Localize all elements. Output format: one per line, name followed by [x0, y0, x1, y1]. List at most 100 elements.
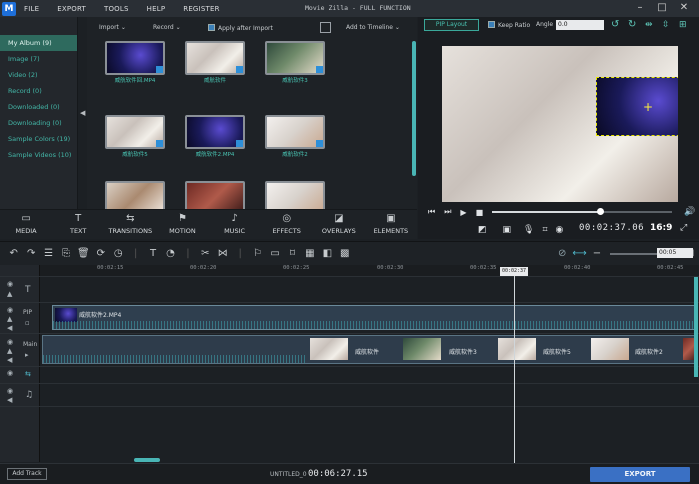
menu-file[interactable]: FILE — [24, 5, 39, 13]
media-item[interactable] — [265, 181, 325, 209]
menu-help[interactable]: HELP — [147, 5, 166, 13]
undo-icon[interactable]: ↶ — [5, 248, 22, 259]
media-item[interactable]: 威航软件2.MP4 — [185, 115, 245, 161]
crop-icon[interactable]: ⌑ — [284, 248, 301, 259]
media-item[interactable]: 威航软件回.MP4 — [105, 41, 165, 87]
playhead[interactable] — [514, 268, 515, 463]
mute-icon[interactable]: ◀ — [7, 324, 12, 332]
media-item[interactable]: 威航软件5 — [105, 115, 165, 161]
lock-icon[interactable]: ▲ — [7, 315, 12, 323]
mute-icon[interactable]: ◀ — [7, 356, 12, 364]
lock-icon[interactable]: ▲ — [7, 347, 12, 355]
stop-icon[interactable]: ■ — [476, 208, 484, 217]
subtitle-icon[interactable]: ▭ — [266, 248, 283, 259]
sidebar-item-image[interactable]: Image (7) — [0, 51, 77, 67]
maximize-button[interactable]: □ — [651, 1, 673, 15]
media-item[interactable] — [185, 181, 245, 209]
mosaic-icon[interactable]: ▦ — [301, 248, 318, 259]
collapse-sidebar-icon[interactable]: ◀ — [80, 109, 85, 117]
split-icon[interactable]: ⋈ — [214, 248, 231, 259]
sidebar-item-video[interactable]: Video (2) — [0, 67, 77, 83]
export-button[interactable]: EXPORT — [590, 467, 690, 482]
media-item[interactable]: 威航软件2 — [265, 115, 325, 161]
prev-frame-icon[interactable]: ⏮ — [428, 207, 435, 217]
screenshot-icon[interactable]: ⌗ — [542, 225, 547, 235]
eye-icon[interactable]: ◉ — [7, 280, 13, 288]
sidebar-item-downloading[interactable]: Downloading (0) — [0, 115, 77, 131]
sidebar-item-record[interactable]: Record (0) — [0, 83, 77, 99]
pip-overlay[interactable]: + — [596, 77, 678, 136]
rotate-right-icon[interactable]: ↻ — [628, 19, 636, 30]
aspect-ratio[interactable]: 16:9 — [650, 223, 672, 233]
menu-tools[interactable]: TOOLS — [104, 5, 129, 13]
record-video-icon[interactable]: ▣ — [503, 225, 512, 235]
tab-media[interactable]: ▭ MEDIA — [0, 210, 52, 239]
keep-ratio-checkbox[interactable]: Keep Ratio — [488, 21, 530, 29]
rotate-icon[interactable]: ⟳ — [92, 248, 109, 259]
grid-tool-icon[interactable]: ▩ — [336, 248, 353, 259]
camera-icon[interactable]: ◉ — [556, 225, 564, 235]
tab-text[interactable]: T TEXT — [52, 210, 104, 239]
redo-icon[interactable]: ↷ — [22, 248, 39, 259]
tab-overlays[interactable]: ◪ OVERLAYS — [313, 210, 365, 239]
close-button[interactable]: ✕ — [673, 1, 695, 15]
timeline-horizontal-scrollbar[interactable] — [134, 458, 160, 462]
speed-icon[interactable]: ◷ — [110, 248, 127, 259]
motion-tool-icon[interactable]: ⚐ — [249, 248, 266, 259]
rotate-left-icon[interactable]: ↺ — [611, 19, 619, 30]
media-item[interactable] — [105, 181, 165, 209]
freeze-frame-icon[interactable]: ◧ — [319, 248, 336, 259]
copy-icon[interactable]: ⎘ — [57, 248, 74, 259]
text-tool-icon[interactable]: T — [144, 248, 161, 259]
tab-transitions[interactable]: ⇆ TRANSITIONS — [104, 210, 156, 239]
lock-icon[interactable]: ▲ — [7, 290, 12, 298]
menu-export[interactable]: EXPORT — [57, 5, 86, 13]
record-dropdown[interactable]: Record ⌄ — [153, 24, 181, 31]
eye-icon[interactable]: ◉ — [7, 387, 13, 395]
pip-clip[interactable]: 威航软件2.MP4 — [52, 305, 696, 330]
fullscreen-icon[interactable]: ⤢ — [680, 223, 687, 233]
pip-layout-button[interactable]: PIP Layout — [424, 19, 479, 31]
zoom-input[interactable]: 00:05 — [657, 248, 693, 258]
snap-icon[interactable]: ⊘ — [553, 248, 570, 259]
grid-view-icon[interactable] — [320, 22, 331, 33]
flip-vertical-icon[interactable]: ⇳ — [662, 20, 670, 30]
sidebar-item-sample-videos[interactable]: Sample Videos (10) — [0, 147, 77, 163]
tab-effects[interactable]: ◎ EFFECTS — [261, 210, 313, 239]
adjust-icon[interactable]: ☰ — [40, 248, 57, 259]
import-dropdown[interactable]: Import ⌄ — [99, 24, 126, 31]
play-icon[interactable]: ▶ — [460, 208, 466, 217]
sidebar-item-sample-colors[interactable]: Sample Colors (19) — [0, 131, 77, 147]
progress-knob[interactable] — [597, 208, 605, 215]
menu-register[interactable]: REGISTER — [183, 5, 219, 13]
fit-icon[interactable]: ⟷ — [571, 248, 588, 259]
tab-music[interactable]: ♪ MUSIC — [209, 210, 261, 239]
sidebar-item-downloaded[interactable]: Downloaded (0) — [0, 99, 77, 115]
playback-progress[interactable] — [492, 208, 673, 215]
delete-icon[interactable]: 🗑 — [75, 248, 92, 259]
mute-icon[interactable]: ◀ — [7, 396, 12, 404]
timer-icon[interactable]: ◔ — [162, 248, 179, 259]
eye-icon[interactable]: ◉ — [7, 306, 13, 314]
microphone-icon[interactable]: 🎙 — [523, 225, 534, 235]
volume-icon[interactable]: 🔊 — [684, 207, 695, 217]
apply-after-import-checkbox[interactable]: Apply after Import — [208, 24, 273, 32]
angle-input[interactable]: 0.0 — [556, 20, 604, 30]
preview-canvas[interactable]: + — [442, 46, 678, 202]
sidebar-item-my-album[interactable]: My Album (9) — [0, 35, 77, 51]
timeline-vertical-scrollbar[interactable] — [694, 277, 698, 377]
fill-icon[interactable]: ◩ — [478, 225, 487, 235]
step-back-icon[interactable]: ⏭ — [444, 207, 451, 217]
media-item[interactable]: 威航软件3 — [265, 41, 325, 87]
add-track-button[interactable]: Add Track — [7, 468, 47, 480]
main-clip[interactable]: 威航软件 威航软件3 威航软件5 威航软件2 — [42, 335, 697, 364]
eye-icon[interactable]: ◉ — [7, 338, 13, 346]
minimize-button[interactable]: – — [629, 1, 651, 15]
flip-horizontal-icon[interactable]: ⇹ — [645, 20, 653, 30]
cut-icon[interactable]: ✂ — [197, 248, 214, 259]
add-to-timeline-dropdown[interactable]: Add to Timeline ⌄ — [346, 24, 400, 31]
tab-motion[interactable]: ⚑ MOTION — [156, 210, 208, 239]
media-scrollbar[interactable] — [412, 41, 416, 176]
timeline-ruler[interactable]: 00:02:15 00:02:20 00:02:25 00:02:30 00:0… — [40, 265, 699, 276]
media-item[interactable]: 威航软件 — [185, 41, 245, 87]
